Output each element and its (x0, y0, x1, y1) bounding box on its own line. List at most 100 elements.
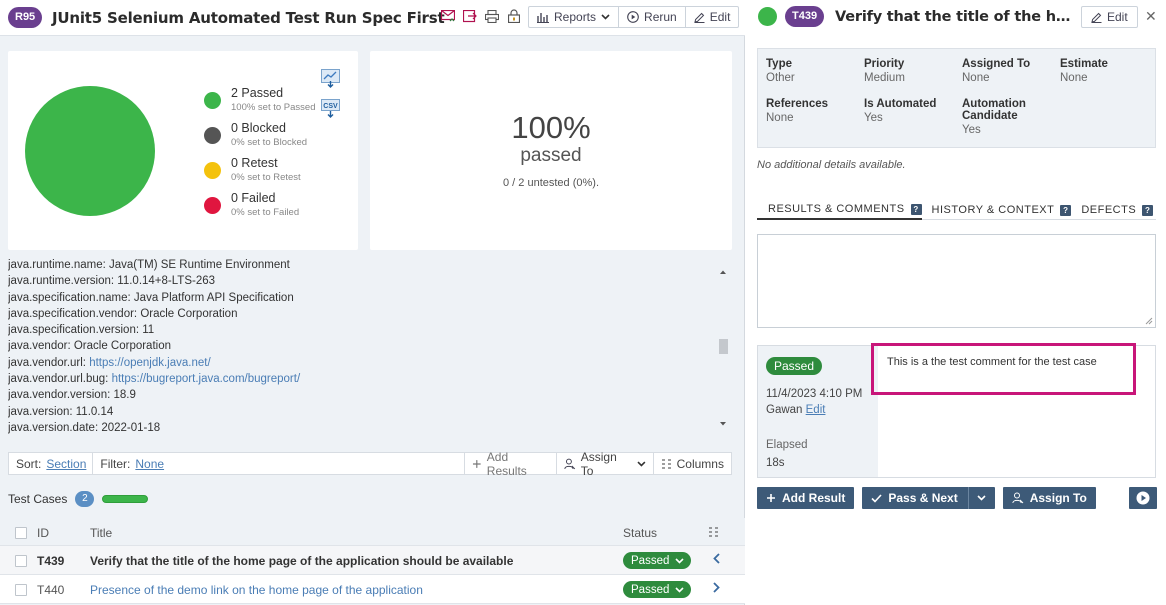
play-circle-icon (627, 11, 639, 23)
rerun-button[interactable]: Rerun (619, 7, 686, 27)
reports-dropdown[interactable]: Reports (529, 7, 620, 27)
sort-link[interactable]: Section (46, 457, 86, 471)
table-row[interactable]: T440 Presence of the demo link on the ho… (0, 575, 745, 604)
scrollbar-thumb[interactable] (719, 339, 728, 354)
elapsed-label: Elapsed (766, 439, 808, 451)
field-automation-candidate: Automation Candidate Yes (962, 98, 1026, 138)
chevron-left-icon[interactable] (713, 553, 720, 567)
resize-handle-icon[interactable] (1145, 317, 1153, 325)
field-value: Other (766, 72, 795, 84)
table-row[interactable]: T439 Verify that the title of the home p… (0, 546, 745, 575)
progress-bar (102, 495, 149, 503)
pass-next-dropdown[interactable] (967, 487, 986, 509)
rerun-label: Rerun (644, 10, 677, 24)
result-date: 11/4/2023 4:10 PM (766, 388, 863, 400)
add-result-button[interactable]: Add Result (757, 487, 855, 509)
field-label: Assigned To (962, 58, 1031, 70)
assign-to-dropdown[interactable]: Assign To (557, 450, 654, 478)
row-status[interactable]: Passed (623, 552, 692, 569)
sort-control: Sort: Section (9, 453, 94, 474)
property-line: java.version.date: 2022-01-18 (8, 421, 161, 434)
select-all-checkbox[interactable] (15, 527, 27, 539)
property-line: java.specification.version: 11 (8, 324, 155, 337)
tab-label: HISTORY & CONTEXT (931, 204, 1055, 216)
help-icon[interactable]: ? (1060, 204, 1072, 216)
test-cases-title: Test Cases (8, 492, 68, 506)
legend-sub: 100% set to Passed (231, 102, 316, 113)
pass-rate-card: 100% passed 0 / 2 untested (0%). (370, 51, 732, 250)
result-edit-link[interactable]: Edit (806, 404, 826, 416)
edit-run-button[interactable]: Edit (686, 7, 739, 27)
add-results-button[interactable]: Add Results (465, 450, 557, 478)
row-checkbox[interactable] (15, 555, 27, 567)
legend-label: 0 Retest (231, 156, 278, 170)
row-title[interactable]: Presence of the demo link on the home pa… (90, 583, 423, 597)
tab-label: DEFECTS (1081, 204, 1137, 216)
row-checkbox[interactable] (15, 584, 27, 596)
field-label: Automation Candidate (962, 98, 1026, 122)
column-title: Title (90, 526, 113, 540)
property-key: java.vendor.url: (8, 356, 90, 369)
scroll-up-icon[interactable] (718, 268, 728, 276)
edit-test-button[interactable]: Edit (1081, 6, 1138, 28)
assign-user-icon (564, 458, 576, 469)
tab-history-context[interactable]: HISTORY & CONTEXT ? (932, 200, 1072, 220)
run-toolbar-icons (440, 8, 522, 24)
lock-icon[interactable] (506, 8, 522, 24)
field-label: Priority (864, 58, 905, 70)
field-value: Medium (864, 72, 905, 84)
column-id: ID (37, 526, 49, 540)
property-link[interactable]: https://bugreport.java.com/bugreport/ (112, 373, 301, 385)
chevron-down-icon (675, 557, 684, 564)
export-icon[interactable] (462, 8, 478, 24)
help-icon[interactable]: ? (910, 203, 922, 215)
run-properties[interactable]: java.runtime.name: Java(TM) SE Runtime E… (8, 258, 720, 436)
field-value: Yes (864, 112, 883, 124)
chevron-right-icon[interactable] (713, 582, 720, 596)
columns-button[interactable]: Columns (654, 453, 731, 474)
play-icon[interactable] (1129, 487, 1157, 509)
property-link[interactable]: https://openjdk.java.net/ (89, 357, 210, 369)
comment-highlight-box (871, 343, 1136, 395)
add-results-label: Add Results (486, 449, 527, 478)
legend-sub: 0% set to Blocked (231, 137, 308, 148)
check-icon (871, 493, 882, 503)
field-assigned-to: Assigned To None (962, 58, 1030, 86)
properties-scrollbar[interactable] (718, 268, 728, 432)
status-pill[interactable]: Passed (623, 552, 692, 569)
test-title: Verify that the title of the home page o… (835, 9, 1075, 25)
field-value: Yes (962, 124, 981, 136)
filter-link[interactable]: None (135, 457, 164, 471)
tab-defects[interactable]: DEFECTS ? (1081, 200, 1154, 220)
run-toolbar-buttons: Reports Rerun Edit (528, 6, 740, 28)
pass-next-button[interactable]: Pass & Next (862, 487, 995, 509)
email-icon[interactable] (440, 8, 456, 24)
row-title[interactable]: Verify that the title of the home page o… (90, 554, 513, 568)
comment-input[interactable] (757, 234, 1156, 328)
assign-to-label: Assign To (1029, 491, 1087, 505)
chevron-down-icon (637, 460, 646, 467)
csv-export-icon[interactable]: CSV (321, 99, 340, 118)
assign-user-icon (1012, 492, 1024, 504)
scroll-down-icon[interactable] (718, 420, 728, 428)
row-status[interactable]: Passed (623, 581, 692, 598)
column-settings-icon[interactable] (708, 527, 719, 537)
run-id-badge: R95 (8, 7, 43, 28)
assign-to-button[interactable]: Assign To (1002, 487, 1096, 509)
field-priority: Priority Medium (864, 58, 905, 86)
field-references: References None (766, 98, 828, 126)
print-icon[interactable] (484, 8, 500, 24)
tab-results-comments[interactable]: RESULTS & COMMENTS ? (757, 200, 922, 220)
test-filter-bar: Sort: Section Filter: None Add Results A… (8, 450, 732, 478)
filter-control: Filter: None (93, 453, 466, 474)
test-detail-pane: T439 Verify that the title of the home p… (746, 0, 1166, 605)
chart-export-icon[interactable] (321, 69, 340, 88)
property-line: java.version: 11.0.14 (8, 405, 114, 418)
table-header: ID Title Status (0, 518, 745, 546)
legend-failed: 0 Failed 0% set to Failed (204, 191, 316, 226)
field-label: Is Automated (864, 98, 937, 110)
help-icon[interactable]: ? (1142, 204, 1154, 216)
status-pill[interactable]: Passed (623, 581, 692, 598)
close-icon[interactable]: ✕ (1145, 8, 1157, 25)
test-info-panel: Type Other Priority Medium Assigned To N… (757, 48, 1156, 148)
